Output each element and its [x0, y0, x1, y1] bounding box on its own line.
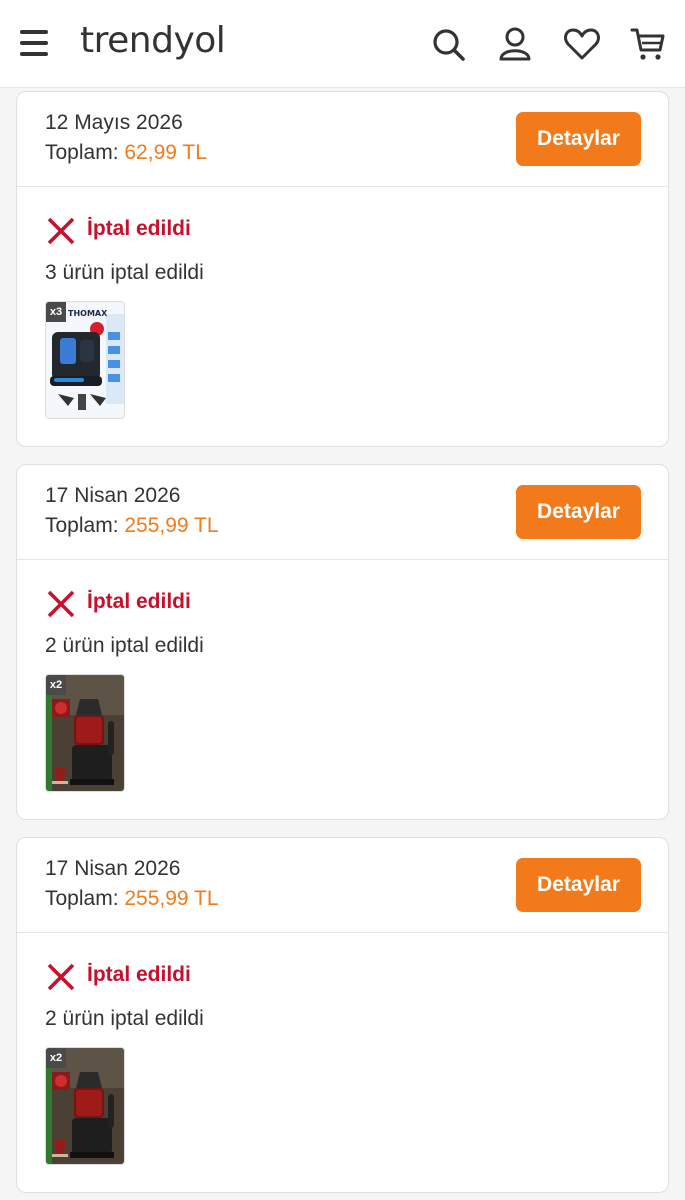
total-amount: 255,99 TL [124, 514, 219, 537]
order-header: 12 Mayıs 2026 Toplam: 62,99 TL Detaylar [17, 92, 668, 187]
order-body: İptal edildi 2 ürün iptal edildi x2 [17, 560, 668, 818]
order-header: 17 Nisan 2026 Toplam: 255,99 TL Detaylar [17, 838, 668, 933]
order-card: 12 Mayıs 2026 Toplam: 62,99 TL Detaylar … [16, 91, 669, 447]
search-icon[interactable] [428, 24, 468, 64]
total-amount: 255,99 TL [124, 887, 219, 910]
order-body: İptal edildi 3 ürün iptal edildi x3 THOM… [17, 187, 668, 445]
product-thumbnail[interactable]: x2 [45, 674, 125, 792]
quantity-badge: x3 [46, 302, 66, 322]
top-header: trendyol [0, 0, 685, 88]
user-icon[interactable] [495, 24, 535, 64]
brand-label: THOMAX [68, 309, 108, 318]
details-button[interactable]: Detaylar [516, 112, 641, 166]
status-label: İptal edildi [87, 963, 191, 986]
quantity-badge: x2 [46, 1048, 66, 1068]
order-date: 17 Nisan 2026 [45, 857, 181, 880]
trendyol-logo[interactable]: trendyol [80, 20, 226, 61]
total-label: Toplam: [45, 887, 119, 910]
heart-icon[interactable] [562, 24, 602, 64]
cancelled-count: 2 ürün iptal edildi [45, 1007, 204, 1030]
orders-list: 12 Mayıs 2026 Toplam: 62,99 TL Detaylar … [0, 88, 685, 1200]
cancelled-count: 3 ürün iptal edildi [45, 261, 204, 284]
order-date: 17 Nisan 2026 [45, 484, 181, 507]
status-label: İptal edildi [87, 590, 191, 613]
order-total: Toplam: 255,99 TL [45, 887, 219, 911]
cart-icon[interactable] [628, 24, 668, 64]
menu-icon[interactable] [20, 28, 48, 58]
status-label: İptal edildi [87, 217, 191, 240]
cancel-x-icon [47, 963, 75, 991]
order-date: 12 Mayıs 2026 [45, 111, 183, 134]
details-button[interactable]: Detaylar [516, 858, 641, 912]
cancelled-count: 2 ürün iptal edildi [45, 634, 204, 657]
order-card: 17 Nisan 2026 Toplam: 255,99 TL Detaylar… [16, 464, 669, 820]
order-body: İptal edildi 2 ürün iptal edildi x2 [17, 933, 668, 1191]
cancel-x-icon [47, 217, 75, 245]
product-thumbnail[interactable]: x2 [45, 1047, 125, 1165]
order-total: Toplam: 62,99 TL [45, 141, 207, 165]
order-total: Toplam: 255,99 TL [45, 514, 219, 538]
order-header: 17 Nisan 2026 Toplam: 255,99 TL Detaylar [17, 465, 668, 560]
cancel-x-icon [47, 590, 75, 618]
total-amount: 62,99 TL [124, 141, 207, 164]
product-thumbnail[interactable]: x3 THOMAX [45, 301, 125, 419]
total-label: Toplam: [45, 514, 119, 537]
details-button[interactable]: Detaylar [516, 485, 641, 539]
total-label: Toplam: [45, 141, 119, 164]
order-card: 17 Nisan 2026 Toplam: 255,99 TL Detaylar… [16, 837, 669, 1193]
quantity-badge: x2 [46, 675, 66, 695]
